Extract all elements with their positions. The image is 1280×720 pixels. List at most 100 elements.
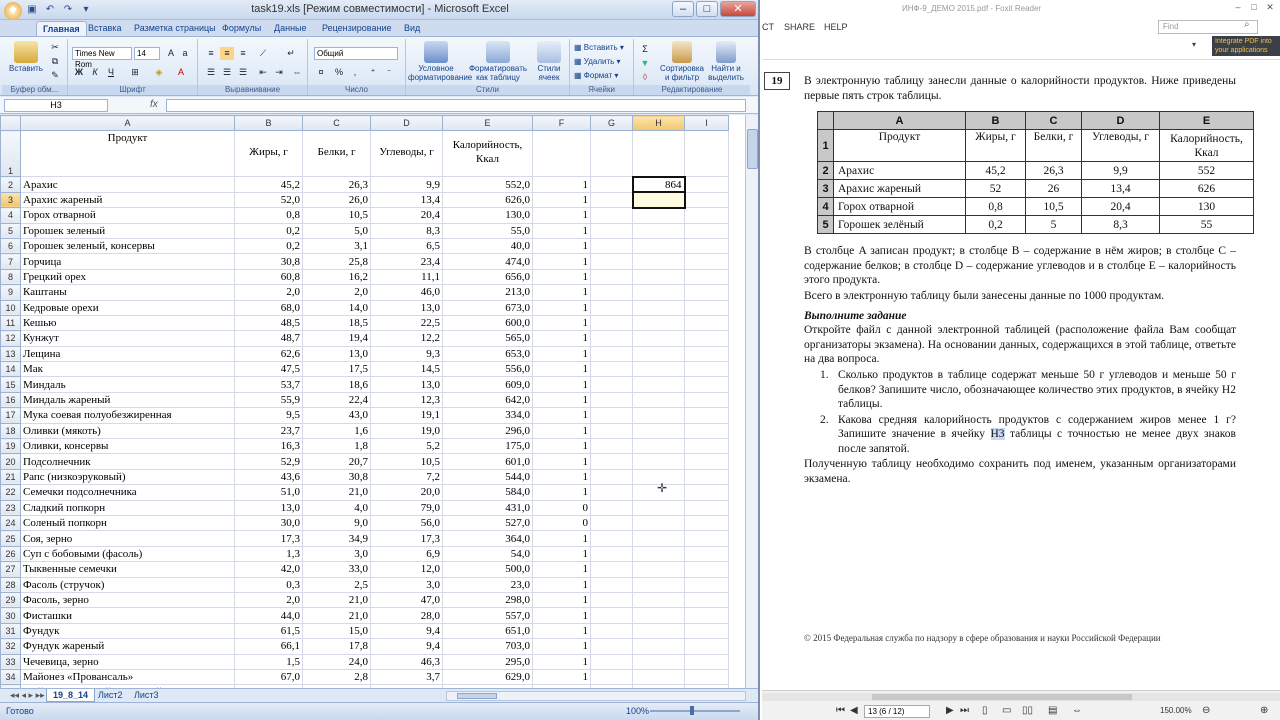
align-top-icon[interactable]: ≡ bbox=[204, 47, 218, 60]
cell[interactable]: Фасоль, зерно bbox=[20, 591, 235, 609]
cell[interactable]: 1 bbox=[532, 576, 591, 593]
menu-help[interactable]: HELP bbox=[824, 22, 848, 32]
grow-font-icon[interactable]: A bbox=[164, 47, 178, 60]
cell[interactable]: 642,0 bbox=[442, 391, 533, 409]
cell[interactable]: 22,4 bbox=[302, 391, 371, 409]
cell[interactable]: 1 bbox=[532, 284, 591, 301]
cell[interactable] bbox=[590, 345, 633, 363]
cell[interactable]: Белки, г bbox=[302, 130, 371, 178]
cell[interactable]: 13,0 bbox=[370, 376, 443, 393]
cell[interactable] bbox=[684, 376, 729, 393]
cell[interactable]: 703,0 bbox=[442, 638, 533, 655]
cell[interactable]: Горошек зеленый bbox=[20, 222, 235, 239]
row-header[interactable]: 26 bbox=[0, 545, 21, 563]
font-name-select[interactable]: Times New Rom bbox=[72, 47, 132, 69]
currency-icon[interactable]: ¤ bbox=[314, 66, 328, 79]
cell[interactable]: Горчица bbox=[20, 253, 235, 270]
redo-icon[interactable]: ↷ bbox=[60, 2, 76, 18]
cell[interactable]: 296,0 bbox=[442, 422, 533, 440]
reader-maximize-icon[interactable]: □ bbox=[1246, 0, 1262, 14]
cell[interactable]: 1 bbox=[532, 638, 591, 655]
row-header[interactable]: 16 bbox=[0, 391, 21, 409]
cell[interactable]: 0,3 bbox=[234, 576, 303, 593]
cell[interactable]: 68,0 bbox=[234, 299, 303, 316]
cell[interactable]: 213,0 bbox=[442, 284, 533, 301]
cell[interactable] bbox=[632, 607, 685, 624]
cell[interactable]: 6,5 bbox=[370, 237, 443, 255]
copy-icon[interactable]: ⧉ bbox=[48, 55, 62, 68]
cell[interactable] bbox=[632, 638, 685, 655]
cell[interactable]: 18,5 bbox=[302, 314, 371, 332]
cell[interactable]: 1 bbox=[532, 607, 591, 624]
cell[interactable] bbox=[632, 299, 685, 316]
cell[interactable]: 19,1 bbox=[370, 407, 443, 424]
cell[interactable]: 1 bbox=[532, 176, 591, 193]
zoom-out-icon[interactable]: ⊖ bbox=[1202, 705, 1210, 716]
cell[interactable]: 44,0 bbox=[234, 607, 303, 624]
tab-review[interactable]: Рецензирование bbox=[316, 21, 398, 36]
row-header[interactable]: 24 bbox=[0, 514, 21, 532]
cell[interactable] bbox=[590, 299, 633, 316]
cell[interactable]: 334,0 bbox=[442, 407, 533, 424]
cell[interactable]: 15,0 bbox=[302, 622, 371, 640]
cell[interactable]: Семечки подсолнечника bbox=[20, 484, 235, 501]
cell[interactable]: 1 bbox=[532, 391, 591, 409]
cell[interactable]: Фундук bbox=[20, 622, 235, 640]
cell[interactable] bbox=[684, 345, 729, 363]
cell[interactable] bbox=[590, 607, 633, 624]
cell[interactable] bbox=[590, 622, 633, 640]
cell[interactable]: 1 bbox=[532, 268, 591, 286]
cell[interactable] bbox=[684, 576, 729, 593]
cell[interactable]: Соленый попкорн bbox=[20, 514, 235, 532]
cell[interactable] bbox=[590, 253, 633, 270]
cell[interactable] bbox=[590, 422, 633, 440]
row-header[interactable]: 15 bbox=[0, 376, 21, 393]
row-header[interactable]: 2 bbox=[0, 176, 21, 193]
sheet-tab-list2[interactable]: Лист2 bbox=[92, 689, 129, 702]
cell[interactable] bbox=[684, 176, 729, 193]
row-header[interactable]: 32 bbox=[0, 638, 21, 655]
cell[interactable]: 298,0 bbox=[442, 591, 533, 609]
cell[interactable]: 46,3 bbox=[370, 653, 443, 670]
cell[interactable] bbox=[632, 514, 685, 532]
cell[interactable]: 79,0 bbox=[370, 499, 443, 516]
cell[interactable]: 1 bbox=[532, 314, 591, 332]
cell[interactable]: 2,8 bbox=[302, 668, 371, 686]
cell[interactable]: 474,0 bbox=[442, 253, 533, 270]
cell[interactable] bbox=[590, 453, 633, 470]
increase-decimal-icon[interactable]: ⁺ bbox=[366, 66, 380, 79]
next-page-icon[interactable]: ▶ bbox=[946, 705, 954, 716]
cell[interactable]: 3,7 bbox=[370, 668, 443, 686]
cell[interactable]: 651,0 bbox=[442, 622, 533, 640]
fx-icon[interactable]: fx bbox=[150, 99, 158, 110]
cell[interactable]: 0 bbox=[532, 514, 591, 532]
name-box[interactable]: H3 bbox=[4, 99, 108, 112]
cell[interactable] bbox=[632, 268, 685, 286]
row-header[interactable]: 9 bbox=[0, 284, 21, 301]
menu-share[interactable]: SHARE bbox=[784, 22, 815, 32]
cell[interactable]: Майонез «Провансаль» bbox=[20, 668, 235, 686]
column-header[interactable]: H bbox=[632, 115, 685, 132]
cell[interactable]: 20,4 bbox=[370, 207, 443, 224]
tab-view[interactable]: Вид bbox=[398, 21, 426, 36]
cell[interactable]: Суп с бобовыми (фасоль) bbox=[20, 545, 235, 563]
cell[interactable] bbox=[590, 576, 633, 593]
reader-minimize-icon[interactable]: – bbox=[1230, 0, 1246, 14]
cell[interactable]: 21,0 bbox=[302, 607, 371, 624]
cell[interactable]: 1 bbox=[532, 653, 591, 670]
cell[interactable]: 33,0 bbox=[302, 561, 371, 578]
cell[interactable] bbox=[684, 530, 729, 547]
cell[interactable] bbox=[590, 191, 633, 209]
formula-input[interactable] bbox=[166, 99, 746, 112]
row-header[interactable]: 18 bbox=[0, 422, 21, 440]
cell[interactable] bbox=[590, 561, 633, 578]
cell[interactable] bbox=[684, 407, 729, 424]
cell[interactable] bbox=[632, 422, 685, 440]
cell[interactable]: 0 bbox=[532, 499, 591, 516]
save-icon[interactable]: ▣ bbox=[24, 2, 40, 18]
row-header[interactable]: 20 bbox=[0, 453, 21, 470]
cell[interactable]: 1 bbox=[532, 484, 591, 501]
cell[interactable] bbox=[632, 237, 685, 255]
cell[interactable]: 67,0 bbox=[234, 668, 303, 686]
cell[interactable]: 62,6 bbox=[234, 345, 303, 363]
